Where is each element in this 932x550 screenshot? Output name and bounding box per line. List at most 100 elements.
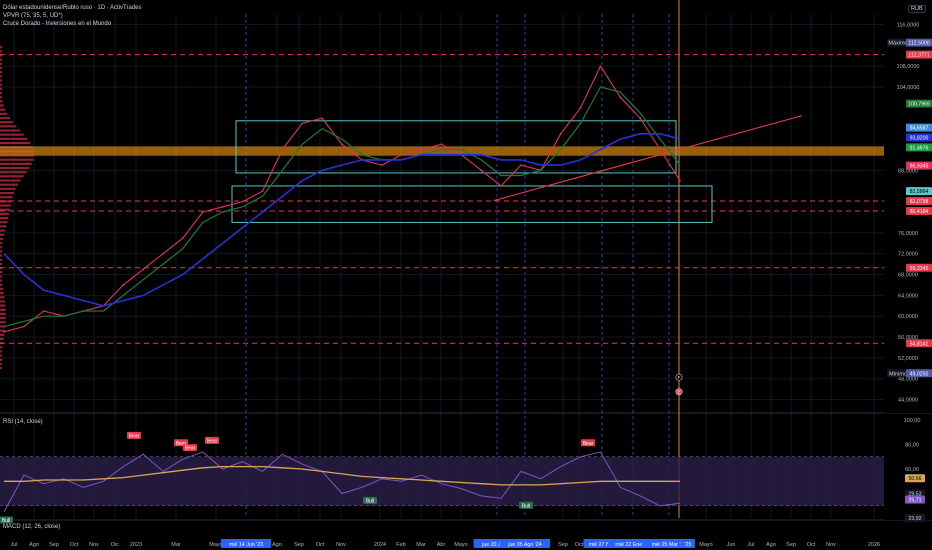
price-point	[559, 132, 562, 135]
price-point	[301, 122, 304, 125]
volume-profile-bar	[0, 58, 2, 61]
volume-profile-bar	[0, 125, 17, 128]
time-label: Ago	[29, 542, 39, 548]
main-legend: Dólar estadounidense/Rublo ruso · 1D · A…	[3, 4, 142, 28]
rsi-pane	[0, 451, 884, 513]
price-badge-text: 49,0250	[910, 371, 929, 377]
volume-profile-bar	[0, 367, 2, 370]
volume-profile-bar	[0, 291, 4, 295]
volume-profile-bar	[0, 233, 5, 236]
volume-profile-bar	[0, 296, 5, 299]
volume-profile-bar	[0, 316, 6, 320]
price-badge-text: 82,5864	[910, 189, 929, 195]
price-badge: 112,5000	[906, 38, 932, 47]
price-tick-label: 104,0000	[897, 85, 920, 91]
price-badge: 93,8200	[906, 133, 932, 142]
time-label: Jul	[747, 542, 754, 548]
rsi-signal-text: Bull	[366, 498, 374, 504]
price-point	[261, 190, 264, 193]
legend-rsi[interactable]: RSI (14, close)	[3, 418, 43, 426]
volume-profile-bar	[0, 129, 21, 132]
volume-profile-bar	[0, 358, 2, 361]
legend-indicator[interactable]: Cruce Dorado - Inversiones en el Mundo	[3, 20, 142, 28]
price-point	[162, 252, 164, 255]
trading-chart[interactable]: 116,0000108,0000104,000088,000076,000072…	[0, 0, 932, 550]
legend-vpvr[interactable]: VPVR (75, 35, 5, UD*)	[3, 12, 142, 20]
volume-profile-bar	[0, 66, 2, 70]
price-point	[599, 65, 602, 68]
price-point	[420, 148, 423, 151]
event-marker-text: F	[678, 375, 681, 380]
price-point	[42, 310, 45, 312]
rsi-signal-bear: Bear	[205, 436, 219, 444]
rsi-signal-text: Bear	[583, 441, 594, 447]
price-point	[500, 185, 502, 187]
volume-profile-bar	[0, 321, 6, 324]
price-point	[221, 205, 224, 208]
volume-profile-bar	[0, 62, 2, 65]
price-badge: 82,5864	[906, 187, 932, 196]
volume-profile-bar	[0, 241, 3, 245]
volume-profile-bar	[0, 171, 27, 174]
rsi-badge: 25,71	[905, 495, 925, 504]
price-badge-text: 54,8141	[910, 341, 929, 347]
time-label: Sep	[294, 542, 304, 548]
volume-profile-bar	[0, 258, 2, 261]
price-badge: 80,4184	[906, 206, 932, 215]
volume-profile-bar	[0, 137, 28, 140]
currency-label[interactable]: RUB	[908, 5, 926, 13]
price-point	[201, 211, 204, 213]
volume-profile-bar	[0, 221, 8, 224]
volume-profile-bar	[0, 196, 13, 199]
volume-profile-bar	[0, 237, 4, 240]
price-point	[520, 164, 522, 167]
volume-profile-bar	[0, 83, 2, 86]
volume-profile-bar	[0, 91, 2, 95]
time-axis[interactable]: Jul Ago Sep Oct Nov Dic 2023 Mar Mayo Ago Sep Oct No…	[0, 537, 932, 550]
price-tick-label: 76,0000	[898, 231, 918, 237]
volume-profile-bar	[0, 279, 2, 282]
price-tick-label: 44,0000	[898, 398, 918, 404]
price-point	[679, 179, 681, 182]
volume-profile-bar	[0, 112, 8, 115]
legend-macd[interactable]: MACD (12, 26, close)	[3, 523, 60, 531]
rsi-tick-label: 80,00	[905, 443, 919, 449]
rsi-signal-bear: Bear	[127, 431, 141, 439]
volume-profile-bar	[0, 246, 2, 249]
price-badge: 69,3345	[906, 263, 932, 272]
volume-profile-bar	[0, 354, 2, 357]
volume-profile-bar	[0, 225, 7, 228]
price-point	[659, 148, 662, 151]
time-label: Ago	[766, 542, 776, 548]
legend-symbol[interactable]: Dólar estadounidense/Rublo ruso · 1D · A…	[3, 4, 142, 12]
price-badge: 82,0798	[906, 197, 932, 206]
event-marker-text: E	[677, 390, 680, 395]
volume-profile-bar	[0, 187, 16, 190]
event-marker: E	[675, 388, 683, 396]
volume-profile-bar	[0, 304, 6, 307]
extreme-label: Máximo	[887, 38, 909, 47]
rsi-tick-label: 100,00	[904, 418, 921, 424]
price-point	[440, 143, 443, 146]
time-label: Abr	[437, 542, 446, 548]
volume-profile-bar	[0, 283, 3, 286]
time-label: 2024	[374, 542, 386, 548]
volume-profile-bar	[0, 204, 11, 207]
price-point	[281, 148, 284, 151]
rsi-signal-text: Bear	[185, 446, 196, 452]
volume-profile-bar	[0, 166, 30, 170]
rsi-axis[interactable]: 100,0080,0060,0040,0020,0050,6629,5325,7…	[885, 414, 932, 522]
price-tick-label: 48,0000	[898, 377, 918, 383]
price-badge-text: 93,8200	[910, 135, 929, 141]
volume-profile-bar	[0, 46, 2, 49]
time-label: Sep	[786, 542, 796, 548]
price-badge-text: 112,3771	[908, 53, 929, 59]
volume-profile-bar	[0, 271, 2, 274]
price-tick-label: 60,0000	[898, 314, 918, 320]
extreme-label: Mínimo	[887, 369, 909, 378]
volume-profile-bar	[0, 71, 2, 74]
volume-profile-bar	[0, 212, 10, 215]
price-axis[interactable]: 116,0000108,0000104,000088,000076,000072…	[885, 0, 932, 413]
volume-profile-bar	[0, 162, 32, 165]
rsi-badge: 23,92	[905, 514, 925, 522]
